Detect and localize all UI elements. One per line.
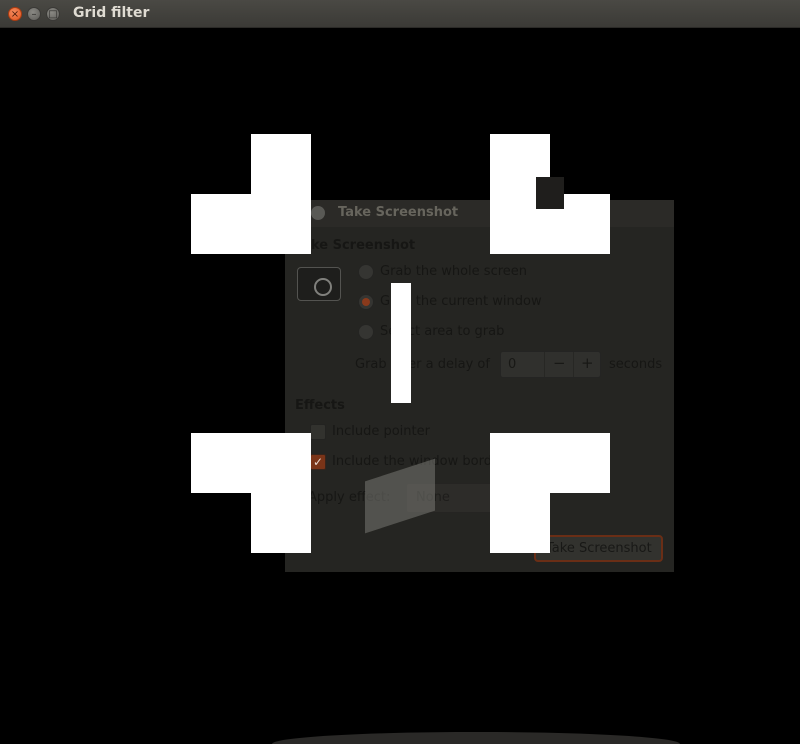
- cross-bottom-right-vertical: [490, 433, 550, 553]
- increment-button[interactable]: +: [581, 354, 594, 372]
- take-screenshot-label: Take Screenshot: [546, 541, 652, 556]
- cross-top-left-horizontal: [191, 194, 311, 254]
- window-titlebar: × – □ Grid filter: [0, 0, 800, 28]
- cross-bottom-left-vertical: [251, 433, 311, 553]
- delay-suffix-label: seconds: [609, 357, 663, 372]
- spin-divider: [573, 352, 574, 377]
- close-icon[interactable]: ×: [8, 7, 22, 21]
- dialog-titlebar: Take Screenshot: [285, 200, 674, 227]
- ghost-dialog: Take Screenshot: [285, 200, 674, 572]
- include-pointer-label: Include pointer: [332, 424, 430, 439]
- maximize-icon[interactable]: □: [46, 7, 60, 21]
- section-effects-heading: Effects: [295, 398, 345, 413]
- delay-spinbutton[interactable]: 0 − +: [500, 351, 601, 378]
- minimize-icon[interactable]: –: [27, 7, 41, 21]
- dark-square: [536, 177, 564, 209]
- include-border-checkbox[interactable]: ✓: [310, 454, 326, 470]
- center-bar: [391, 283, 411, 403]
- delay-prefix-label: Grab after a delay of: [355, 357, 490, 372]
- decrement-button[interactable]: −: [553, 354, 566, 372]
- spin-divider: [544, 352, 545, 377]
- camera-icon: [297, 267, 341, 301]
- include-pointer-checkbox[interactable]: [310, 424, 326, 440]
- radio-current-window[interactable]: [358, 294, 374, 310]
- radio-select-area[interactable]: [358, 324, 374, 340]
- dialog-title: Take Screenshot: [338, 205, 459, 220]
- radio-whole-screen[interactable]: [358, 264, 374, 280]
- section-capture-heading: Take Screenshot: [295, 238, 416, 253]
- dialog-minimize-icon: [311, 206, 325, 220]
- delay-value: 0: [508, 357, 517, 372]
- window-title: Grid filter: [73, 5, 150, 21]
- option-whole-screen-label: Grab the whole screen: [380, 264, 528, 279]
- take-screenshot-button[interactable]: Take Screenshot: [534, 535, 663, 562]
